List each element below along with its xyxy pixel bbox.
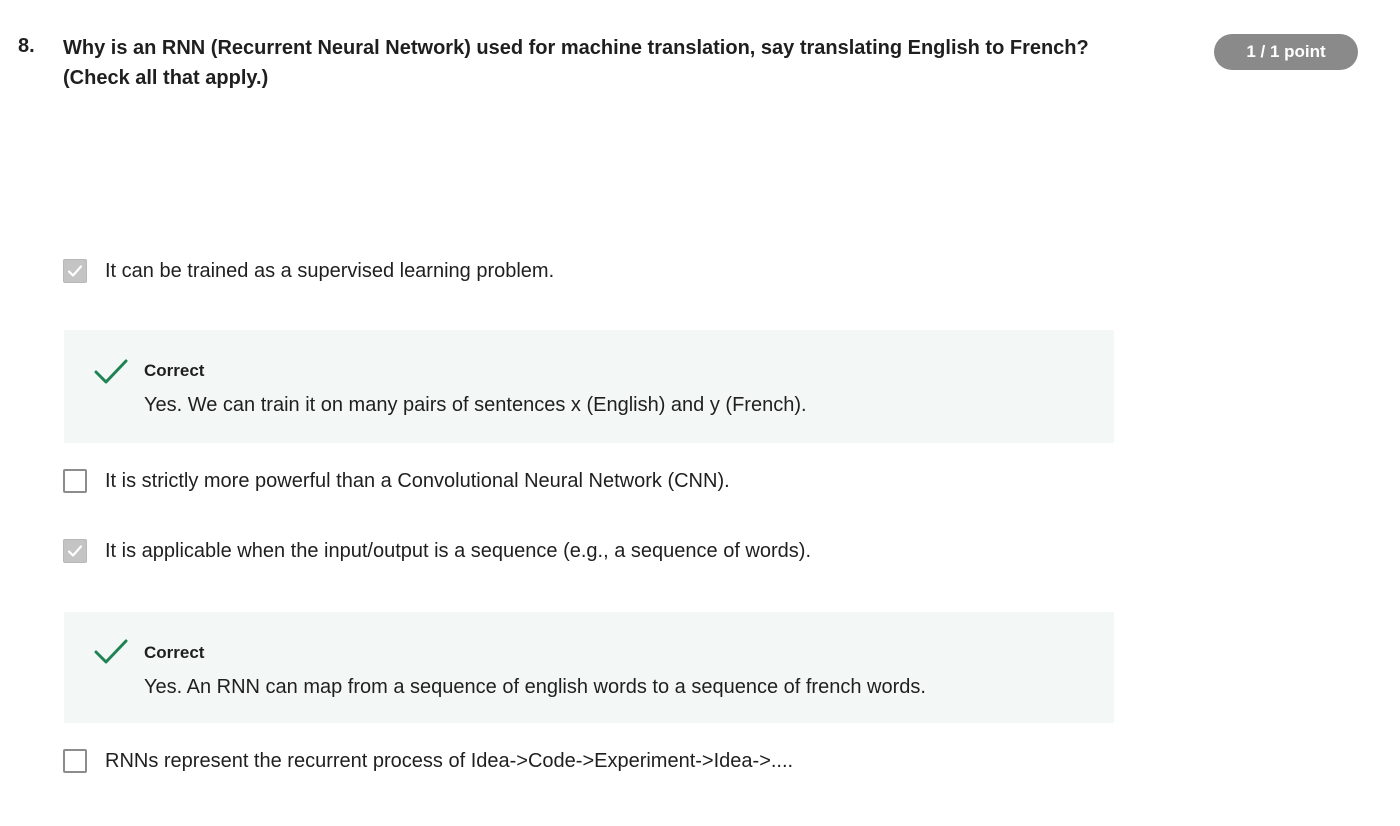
- option-4[interactable]: RNNs represent the recurrent process of …: [63, 747, 793, 775]
- check-icon: [67, 545, 83, 557]
- feedback-text-2: Yes. An RNN can map from a sequence of e…: [144, 676, 926, 698]
- option-2-label: It is strictly more powerful than a Conv…: [105, 469, 730, 492]
- checkbox-option-2[interactable]: [63, 469, 87, 493]
- option-1[interactable]: It can be trained as a supervised learni…: [63, 257, 554, 285]
- option-3[interactable]: It is applicable when the input/output i…: [63, 537, 811, 565]
- checkmark-icon: [94, 639, 128, 664]
- feedback-title-1: Correct: [144, 361, 205, 380]
- question-number: 8.: [18, 35, 35, 57]
- feedback-text-1: Yes. We can train it on many pairs of se…: [144, 394, 807, 416]
- option-4-label: RNNs represent the recurrent process of …: [105, 749, 794, 772]
- checkbox-option-4[interactable]: [63, 749, 87, 773]
- points-badge: 1 / 1 point: [1214, 34, 1358, 70]
- feedback-title-2: Correct: [144, 643, 205, 662]
- feedback-correct-1: Correct Yes. We can train it on many pai…: [64, 330, 1114, 443]
- question-text: Why is an RNN (Recurrent Neural Network)…: [63, 37, 1089, 89]
- option-3-label: It is applicable when the input/output i…: [105, 539, 811, 562]
- feedback-correct-2: Correct Yes. An RNN can map from a seque…: [64, 612, 1114, 723]
- check-icon: [67, 265, 83, 277]
- checkbox-option-1[interactable]: [63, 259, 87, 283]
- checkbox-option-3[interactable]: [63, 539, 87, 563]
- option-2[interactable]: It is strictly more powerful than a Conv…: [63, 467, 730, 495]
- checkmark-icon: [94, 359, 128, 384]
- option-1-label: It can be trained as a supervised learni…: [105, 259, 555, 282]
